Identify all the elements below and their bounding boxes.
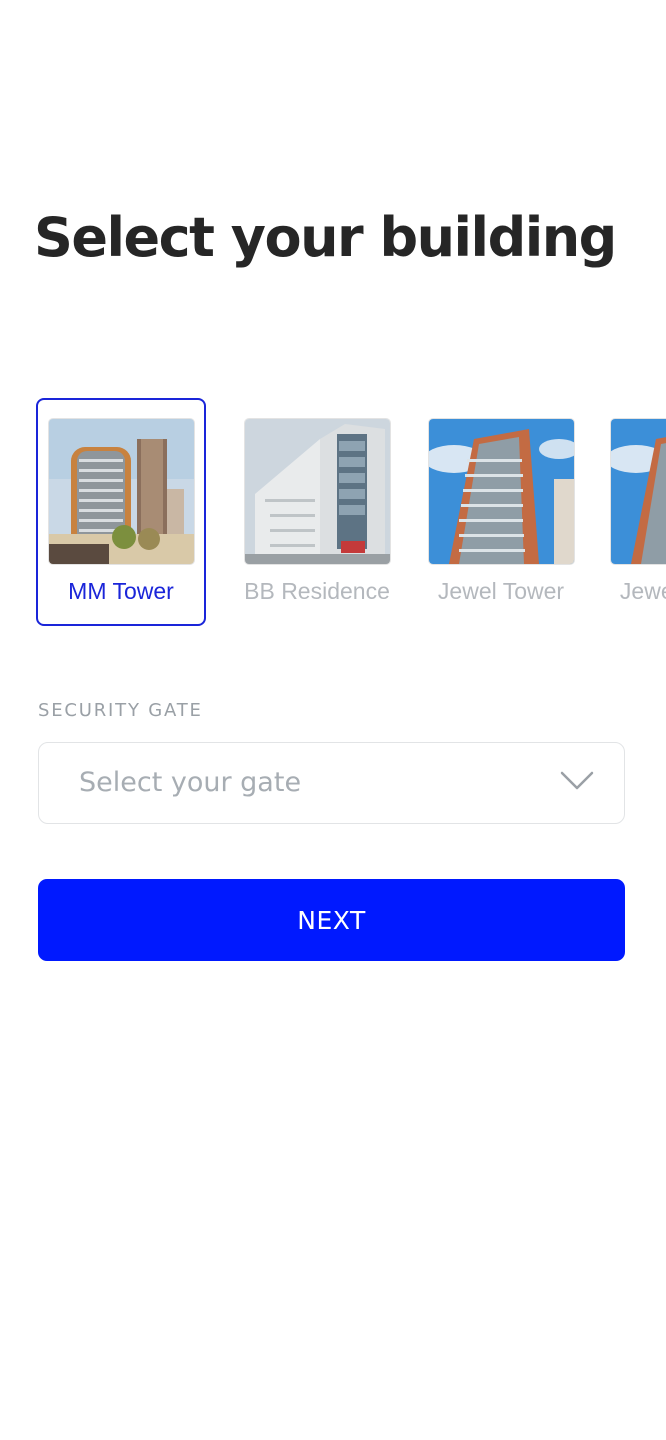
- building-name: Jewel Tower: [437, 578, 565, 604]
- building-name: BB Residence: [244, 578, 390, 604]
- building-photo: [611, 419, 666, 564]
- page-title: Select your building: [34, 206, 617, 269]
- building-card-jewel-tower[interactable]: Jewel Tower: [416, 398, 586, 626]
- building-photo: [245, 419, 390, 564]
- building-carousel[interactable]: MM Tower BB Residence Jewel Tower Jew: [0, 398, 666, 628]
- building-photo: [49, 419, 194, 564]
- gate-select-placeholder: Select your gate: [79, 767, 302, 798]
- building-name: MM Tower: [68, 578, 174, 604]
- building-card-mm-tower[interactable]: MM Tower: [36, 398, 206, 626]
- building-photo: [429, 419, 574, 564]
- chevron-down-icon: [560, 771, 594, 790]
- building-card-bb-residence[interactable]: BB Residence: [232, 398, 402, 626]
- building-name: Jewel Tower: [619, 578, 666, 604]
- next-button[interactable]: NEXT: [38, 879, 625, 961]
- gate-select[interactable]: Select your gate: [38, 742, 625, 824]
- security-gate-label: SECURITY GATE: [38, 700, 203, 721]
- building-card-jewel-tower-2[interactable]: Jewel Tower: [598, 398, 666, 626]
